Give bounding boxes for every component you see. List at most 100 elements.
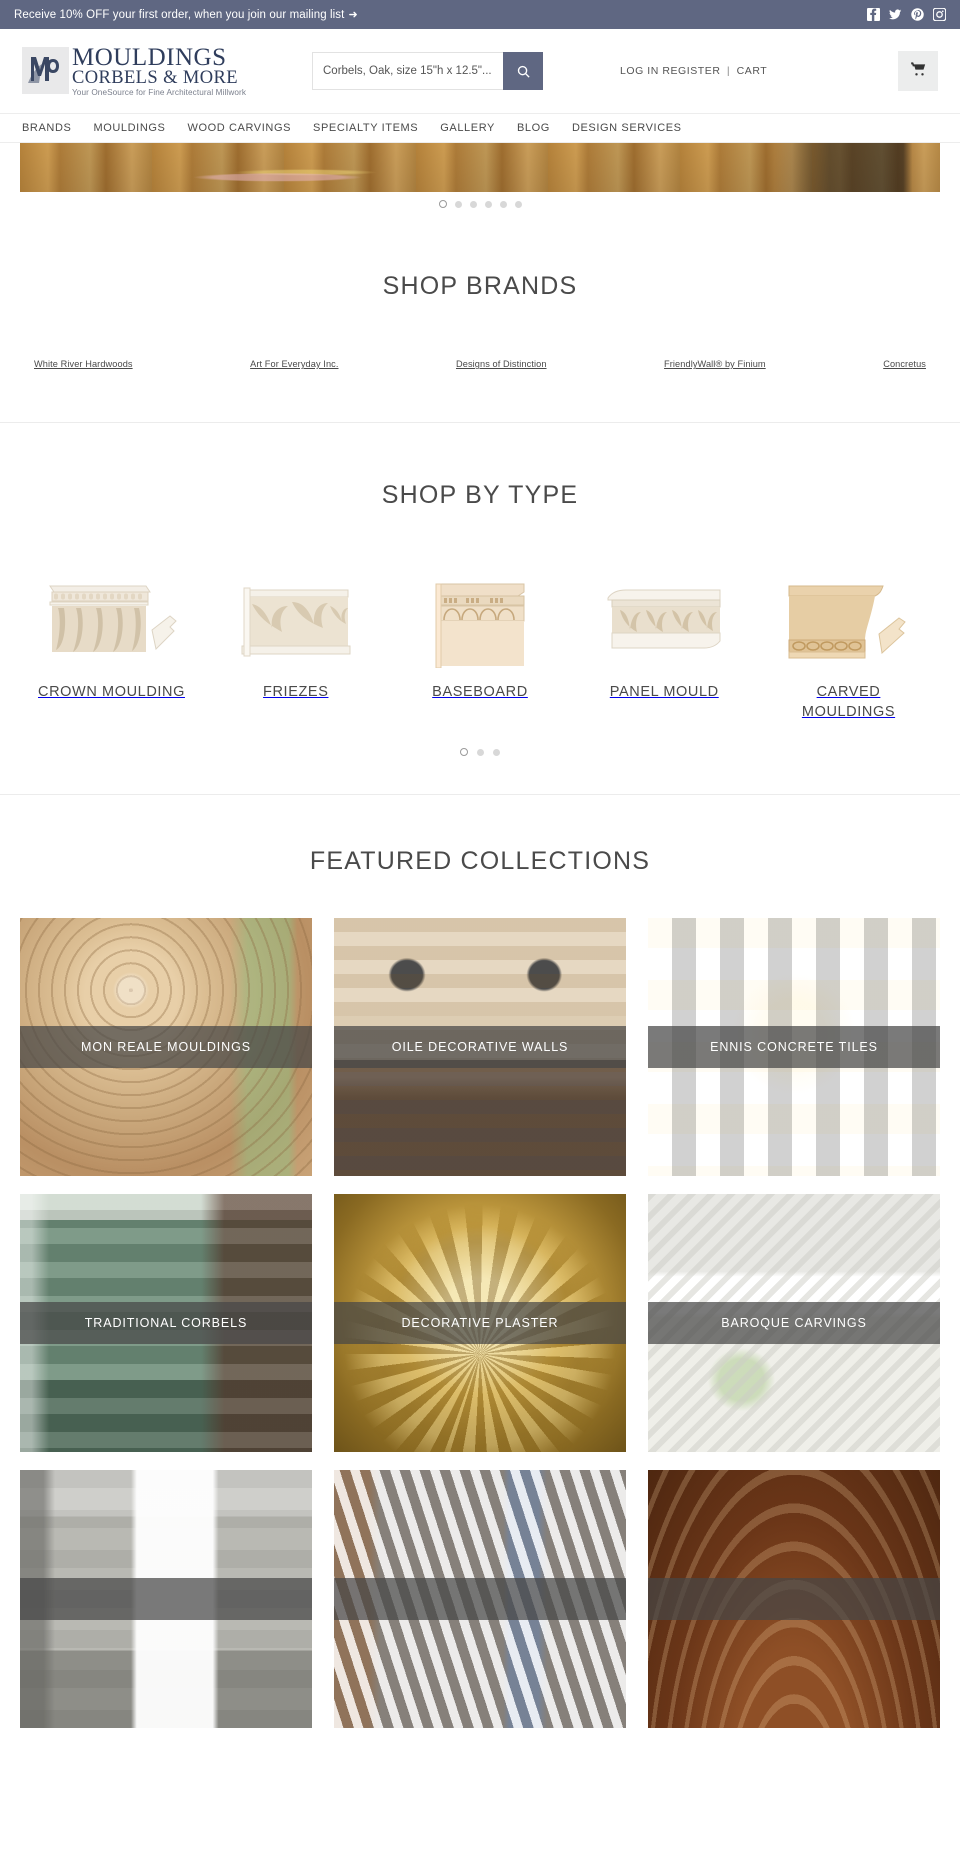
shop-by-type-carousel-dots	[20, 748, 940, 756]
announcement-message[interactable]: Receive 10% OFF your first order, when y…	[14, 8, 358, 21]
type-item-panel-mould[interactable]: PANEL MOULD	[587, 568, 742, 722]
hero-carousel[interactable]	[20, 143, 940, 192]
shop-by-type-title: SHOP BY TYPE	[381, 481, 579, 509]
site-logo[interactable]: MOULDINGS CORBELS & MORE Your OneSource …	[22, 45, 277, 98]
brand-art-for-everyday[interactable]: Art For Everyday Inc.	[250, 359, 338, 369]
collection-card-decorative-plaster[interactable]: DECORATIVE PLASTER	[334, 1194, 626, 1452]
collection-label-band: ENNIS CONCRETE TILES	[648, 1026, 940, 1068]
hero-carousel-dots	[0, 192, 960, 216]
search-input[interactable]	[312, 52, 503, 90]
friezes-image	[218, 568, 373, 668]
collection-label-traditional-corbels: TRADITIONAL CORBELS	[84, 1316, 248, 1330]
type-dot-1[interactable]	[460, 748, 468, 756]
collection-card-baroque-carvings[interactable]: BAROQUE CARVINGS	[648, 1194, 940, 1452]
hero-dot-5[interactable]	[499, 200, 507, 208]
nav-item-blog[interactable]: BLOG	[517, 122, 550, 134]
cart-link[interactable]: CART	[737, 65, 768, 77]
nav-item-gallery[interactable]: GALLERY	[440, 122, 495, 134]
nav-item-design-services[interactable]: DESIGN SERVICES	[572, 122, 682, 134]
type-label-panel-mould: PANEL MOULD	[609, 684, 719, 700]
panel-mould-image	[587, 568, 742, 668]
register-link[interactable]: REGISTER	[662, 65, 720, 77]
collection-label-band: BAROQUE CARVINGS	[648, 1302, 940, 1344]
nav-item-specialty-items[interactable]: SPECIALTY ITEMS	[313, 122, 418, 134]
collection-card-oile-decorative-walls[interactable]: OILE DECORATIVE WALLS	[334, 918, 626, 1176]
type-label-baseboard: BASEBOARD	[432, 684, 528, 700]
brand-friendlywall-by-finium[interactable]: FriendlyWall® by Finium	[664, 359, 766, 369]
type-item-crown-moulding[interactable]: CROWN MOULDING	[34, 568, 189, 722]
type-item-friezes[interactable]: FRIEZES	[218, 568, 373, 722]
arrow-right-icon: ➜	[348, 9, 358, 21]
facebook-icon[interactable]	[867, 8, 880, 21]
collection-label-band: OILE DECORATIVE WALLS	[334, 1026, 626, 1068]
collection-card-traditional-corbels[interactable]: TRADITIONAL CORBELS	[20, 1194, 312, 1452]
featured-collections-grid: MON REALE MOULDINGS OILE DECORATIVE WALL…	[20, 918, 940, 1728]
brand-white-river-hardwoods[interactable]: White River Hardwoods	[34, 359, 133, 369]
collection-label-mon-reale-mouldings: MON REALE MOULDINGS	[81, 1040, 251, 1054]
collection-card-ennis-concrete-tiles[interactable]: ENNIS CONCRETE TILES	[648, 918, 940, 1176]
hero-slide-image	[20, 143, 940, 192]
type-item-carved-mouldings[interactable]: CARVED MOULDINGS	[771, 568, 926, 722]
pinterest-icon[interactable]	[911, 8, 924, 21]
collection-card-row3-left[interactable]	[20, 1470, 312, 1728]
cart-button[interactable]	[898, 51, 938, 91]
collection-label-ennis-concrete-tiles: ENNIS CONCRETE TILES	[710, 1040, 878, 1054]
collection-label-oile-decorative-walls: OILE DECORATIVE WALLS	[391, 1040, 569, 1054]
hero-dot-2[interactable]	[454, 200, 462, 208]
collection-label-band	[334, 1578, 626, 1620]
collection-label-band: TRADITIONAL CORBELS	[20, 1302, 312, 1344]
site-header: MOULDINGS CORBELS & MORE Your OneSource …	[0, 29, 960, 113]
type-label-crown-moulding: CROWN MOULDING	[38, 684, 185, 700]
type-dot-2[interactable]	[477, 748, 484, 756]
shop-brands-title: SHOP BRANDS	[382, 272, 578, 300]
nav-item-wood-carvings[interactable]: WOOD CARVINGS	[187, 122, 291, 134]
hero-dot-1[interactable]	[438, 200, 447, 208]
collection-label-baroque-carvings: BAROQUE CARVINGS	[721, 1316, 867, 1330]
crown-moulding-image	[34, 568, 189, 668]
hero-dot-4[interactable]	[484, 200, 492, 208]
logo-line-one: MOULDINGS	[72, 43, 227, 71]
hero-dot-3[interactable]	[469, 200, 477, 208]
logo-monogram-icon	[22, 47, 69, 95]
shop-by-type-section: SHOP BY TYPE CROWN MOULDING FRIEZES BASE…	[0, 423, 960, 794]
baseboard-image	[403, 568, 558, 668]
type-dot-3[interactable]	[493, 748, 500, 756]
collection-label-band: DECORATIVE PLASTER	[334, 1302, 626, 1344]
twitter-icon[interactable]	[889, 8, 902, 21]
carved-mouldings-image	[771, 568, 926, 668]
logo-tagline: Your OneSource for Fine Architectural Mi…	[72, 88, 247, 98]
instagram-icon[interactable]	[933, 8, 946, 21]
type-item-baseboard[interactable]: BASEBOARD	[403, 568, 558, 722]
collection-card-row3-center[interactable]	[334, 1470, 626, 1728]
account-separator: |	[726, 65, 731, 77]
featured-collections-title: FEATURED COLLECTIONS	[309, 847, 651, 875]
shopping-cart-icon	[910, 61, 927, 82]
login-link[interactable]: LOG IN	[620, 65, 659, 77]
account-links: LOG IN REGISTER | CART	[620, 65, 767, 77]
search-button[interactable]	[503, 52, 543, 90]
brand-designs-of-distinction[interactable]: Designs of Distinction	[456, 359, 547, 369]
main-navigation: BRANDS MOULDINGS WOOD CARVINGS SPECIALTY…	[0, 113, 960, 143]
social-links	[867, 8, 946, 21]
shop-brands-section: SHOP BRANDS White River Hardwoods Art Fo…	[0, 216, 960, 422]
collection-label-band	[20, 1578, 312, 1620]
nav-item-mouldings[interactable]: MOULDINGS	[93, 122, 165, 134]
nav-item-brands[interactable]: BRANDS	[22, 122, 71, 134]
type-label-carved-mouldings: CARVED MOULDINGS	[801, 684, 896, 720]
collection-label-decorative-plaster: DECORATIVE PLASTER	[401, 1316, 559, 1330]
collection-card-mon-reale-mouldings[interactable]: MON REALE MOULDINGS	[20, 918, 312, 1176]
search-form	[312, 52, 543, 90]
featured-collections-section: FEATURED COLLECTIONS MON REALE MOULDINGS…	[0, 795, 960, 1728]
brands-list: White River Hardwoods Art For Everyday I…	[20, 359, 940, 369]
search-icon	[516, 64, 531, 79]
brand-concretus[interactable]: Concretus	[883, 359, 926, 369]
collection-label-band	[648, 1578, 940, 1620]
announcement-text: Receive 10% OFF your first order, when y…	[14, 9, 345, 21]
announcement-bar: Receive 10% OFF your first order, when y…	[0, 0, 960, 29]
collection-label-band: MON REALE MOULDINGS	[20, 1026, 312, 1068]
collection-card-row3-right[interactable]	[648, 1470, 940, 1728]
logo-line-two: CORBELS & MORE	[72, 67, 238, 88]
type-label-friezes: FRIEZES	[263, 684, 329, 700]
hero-dot-6[interactable]	[514, 200, 522, 208]
shop-by-type-grid: CROWN MOULDING FRIEZES BASEBOARD PANEL M…	[20, 568, 940, 722]
